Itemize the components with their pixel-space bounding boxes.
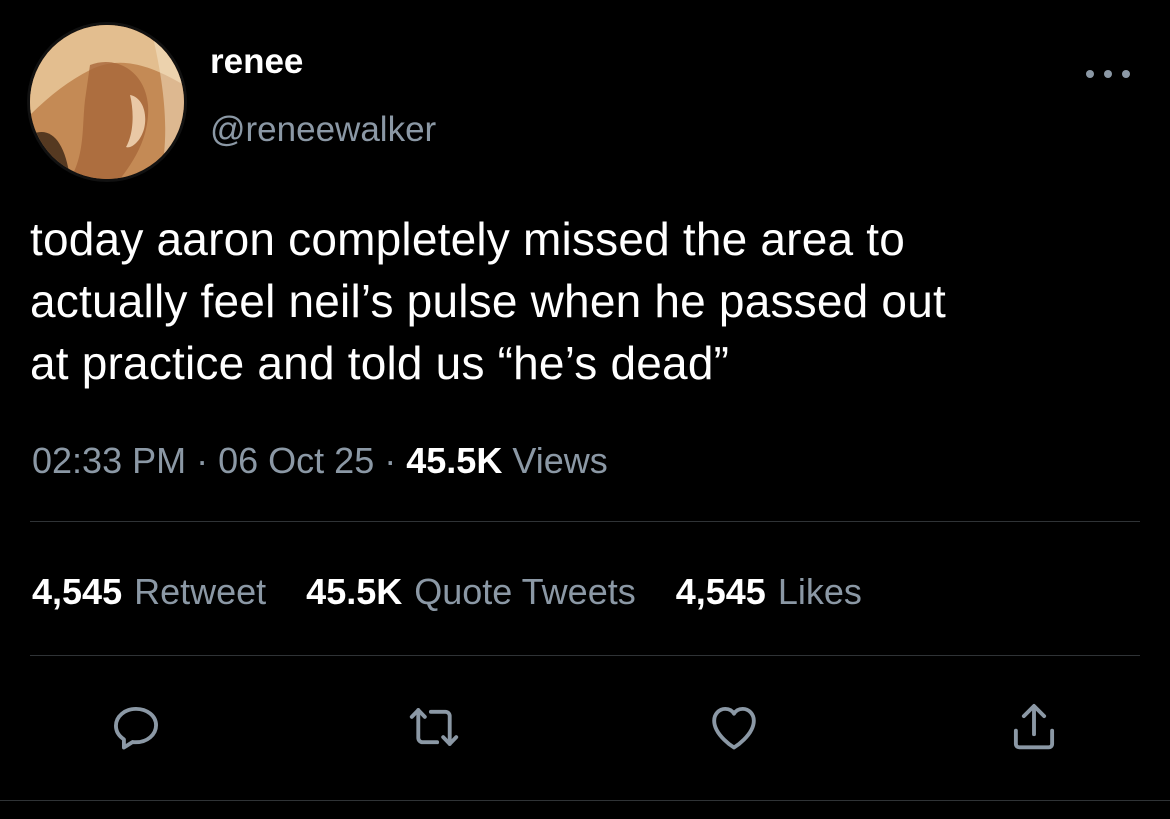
reply-button[interactable] <box>104 695 168 759</box>
author-display-name[interactable]: renee <box>210 40 303 84</box>
divider <box>0 800 1170 801</box>
retweet-arrows-icon <box>409 708 459 746</box>
more-horizontal-icon[interactable] <box>1086 62 1130 86</box>
reply-bubble-icon <box>114 706 158 750</box>
views-count: 45.5K <box>406 440 503 481</box>
tweet-detail: renee @reneewalker today aaron completel… <box>0 0 1170 819</box>
like-button[interactable] <box>702 695 766 759</box>
retweet-button[interactable] <box>402 695 466 759</box>
action-bar <box>0 695 1170 765</box>
likes-label: Likes <box>777 571 862 612</box>
tweet-text: today aaron completely missed the area t… <box>30 208 1160 394</box>
dot <box>1086 70 1094 78</box>
tweet-text-line: at practice and told us “he’s dead” <box>30 337 730 389</box>
divider <box>30 521 1140 522</box>
share-button[interactable] <box>1002 695 1066 759</box>
meta-separator: · <box>384 440 397 481</box>
tweet-text-line: actually feel neil’s pulse when he passe… <box>30 275 946 327</box>
quote-tweets-count: 45.5K <box>306 571 403 612</box>
author-handle[interactable]: @reneewalker <box>210 108 436 152</box>
retweets-count: 4,545 <box>32 571 123 612</box>
tweet-meta: 02:33 PM · 06 Oct 25 · 45.5K Views <box>32 437 608 485</box>
views-label: Views <box>512 440 608 481</box>
likes-count: 4,545 <box>675 571 766 612</box>
dot <box>1104 70 1112 78</box>
share-upload-icon <box>1013 704 1055 750</box>
retweets-label: Retweet <box>134 571 267 612</box>
retweets-stat[interactable]: 4,545 Retweet <box>32 568 266 616</box>
divider <box>30 655 1140 656</box>
heart-icon <box>712 706 756 750</box>
quote-tweets-label: Quote Tweets <box>414 571 636 612</box>
tweet-stats: 4,545 Retweet 45.5K Quote Tweets 4,545 Like… <box>32 568 862 616</box>
avatar[interactable] <box>30 25 184 179</box>
avatar-image <box>30 25 184 179</box>
tweet-time[interactable]: 02:33 PM <box>32 440 186 481</box>
likes-stat[interactable]: 4,545 Likes <box>676 568 862 616</box>
quote-tweets-stat[interactable]: 45.5K Quote Tweets <box>306 568 636 616</box>
meta-separator: · <box>196 440 209 481</box>
dot <box>1122 70 1130 78</box>
tweet-text-line: today aaron completely missed the area t… <box>30 213 906 265</box>
tweet-date[interactable]: 06 Oct 25 <box>218 440 374 481</box>
